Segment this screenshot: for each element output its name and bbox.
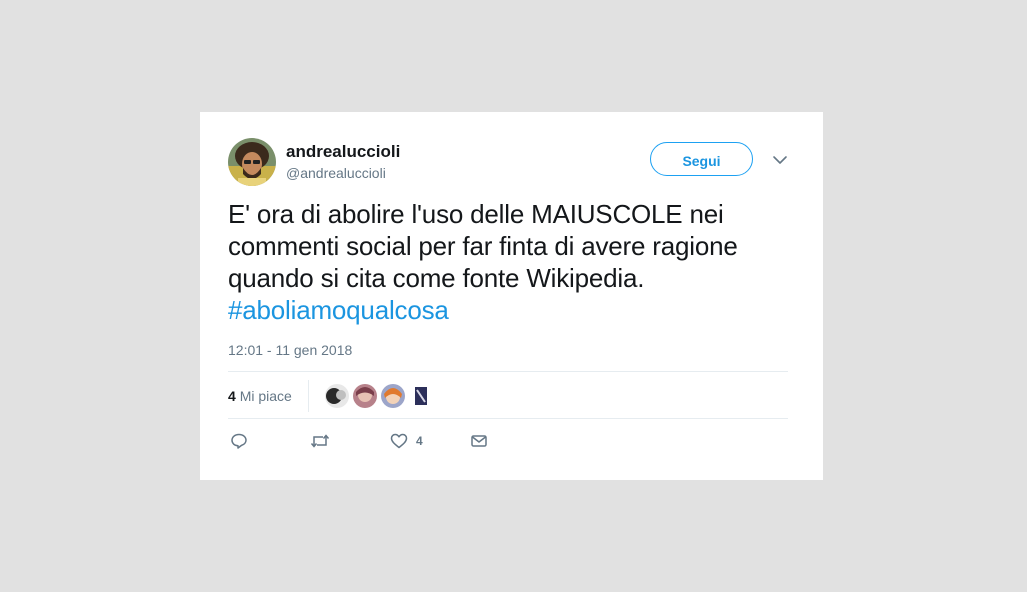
retweet-button[interactable] (310, 430, 330, 452)
likes-summary[interactable]: 4 Mi piace (228, 388, 292, 404)
liker-avatar[interactable] (324, 384, 349, 408)
likes-separator (307, 380, 309, 412)
liker-avatar[interactable] (380, 384, 405, 408)
follow-button[interactable]: Segui (650, 142, 753, 176)
likes-count: 4 (228, 388, 236, 404)
tweet-card: andrealuccioli @andrealuccioli Segui E' … (200, 112, 823, 480)
reply-button[interactable] (230, 430, 248, 452)
user-handle[interactable]: @andrealuccioli (286, 165, 386, 181)
like-button[interactable]: 4 (390, 430, 423, 452)
heart-icon (390, 432, 408, 450)
display-name[interactable]: andrealuccioli (286, 142, 400, 162)
message-icon (470, 432, 488, 450)
tweet-body: E' ora di abolire l'uso delle MAIUSCOLE … (228, 199, 738, 293)
retweet-icon (310, 432, 330, 450)
tweet-text: E' ora di abolire l'uso delle MAIUSCOLE … (228, 198, 798, 326)
like-count: 4 (416, 434, 423, 448)
avatar[interactable] (228, 138, 276, 186)
chevron-down-icon[interactable] (772, 152, 788, 168)
liker-avatar[interactable] (352, 384, 377, 408)
reply-icon (230, 432, 248, 450)
tweet-timestamp[interactable]: 12:01 - 11 gen 2018 (228, 342, 352, 358)
liker-avatar[interactable] (408, 384, 433, 408)
message-button[interactable] (470, 430, 488, 452)
likes-row: 4 Mi piace (228, 380, 437, 412)
divider (228, 418, 788, 419)
tweet-actions: 4 (228, 430, 528, 454)
likes-label: Mi piace (239, 388, 292, 404)
hashtag-link[interactable]: #aboliamoqualcosa (228, 295, 449, 325)
divider (228, 371, 788, 372)
